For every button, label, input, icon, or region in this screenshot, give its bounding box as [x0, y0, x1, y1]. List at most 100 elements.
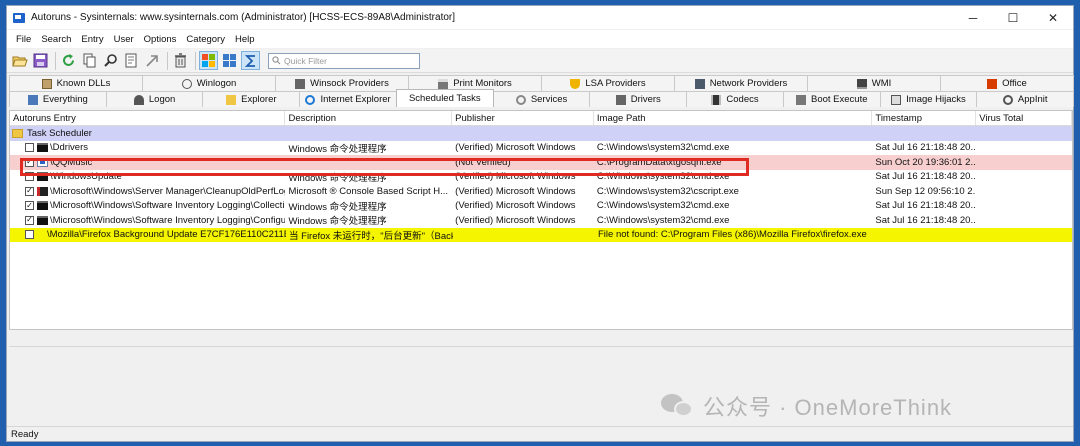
- windows-icon: [201, 53, 215, 67]
- enable-checkbox[interactable]: ✓: [25, 186, 34, 196]
- timestamp-cell: Sat Jul 16 21:18:48 20...: [875, 171, 977, 183]
- save-icon: [33, 53, 48, 68]
- entry-name: \Microsoft\Windows\Server Manager\Cleanu…: [50, 185, 286, 197]
- column-timestamp[interactable]: Timestamp: [872, 111, 977, 125]
- minimize-button[interactable]: ─: [953, 6, 993, 29]
- delete-button[interactable]: [171, 51, 190, 70]
- entry-cell: \Ddrivers: [10, 141, 285, 156]
- menu-help[interactable]: Help: [230, 34, 260, 45]
- find-icon: [104, 54, 117, 67]
- group-label: Task Scheduler: [27, 127, 92, 139]
- jump-button[interactable]: [143, 51, 162, 70]
- quick-filter-input[interactable]: [284, 55, 414, 66]
- tab-row-1: Known DLLs Winlogon Winsock Providers Pr…: [9, 75, 1074, 91]
- tab-wmi[interactable]: WMI: [807, 75, 941, 91]
- console-icon: [37, 215, 48, 225]
- menu-options[interactable]: Options: [139, 34, 182, 45]
- open-button[interactable]: [10, 51, 29, 70]
- microsoft-entries-button[interactable]: [220, 51, 239, 70]
- grid-icon: [222, 53, 236, 67]
- enable-checkbox[interactable]: [25, 143, 34, 153]
- tab-network-providers[interactable]: Network Providers: [674, 75, 808, 91]
- tab-lsa-providers[interactable]: LSA Providers: [541, 75, 675, 91]
- tab-services[interactable]: Services: [492, 91, 591, 107]
- everything-icon: [27, 94, 38, 105]
- tab-appinit[interactable]: AppInit: [976, 91, 1075, 107]
- tab-office[interactable]: Office: [940, 75, 1074, 91]
- copy-button[interactable]: [80, 51, 99, 70]
- description-cell: Windows 命令处理程序: [288, 216, 387, 228]
- maximize-button[interactable]: ☐: [993, 6, 1033, 29]
- column-image-path[interactable]: Image Path: [594, 111, 873, 125]
- entry-name: \Microsoft\Windows\Software Inventory Lo…: [50, 200, 286, 212]
- app-window-icon: [37, 157, 48, 167]
- enable-checkbox[interactable]: [25, 172, 34, 182]
- title-bar[interactable]: Autoruns - Sysinternals: www.sysinternal…: [7, 6, 1073, 29]
- autoruns-entries-grid: Autoruns Entry Description Publisher Ima…: [9, 110, 1073, 330]
- table-row[interactable]: \Mozilla\Firefox Background Update E7CF1…: [10, 227, 1072, 242]
- table-row[interactable]: \Ddrivers Windows 命令处理程序 (Verified) Micr…: [10, 141, 1072, 156]
- tab-known-dlls[interactable]: Known DLLs: [9, 75, 143, 91]
- menu-entry[interactable]: Entry: [76, 34, 108, 45]
- column-virus-total[interactable]: Virus Total: [976, 111, 1072, 125]
- tab-drivers[interactable]: Drivers: [589, 91, 688, 107]
- find-button[interactable]: [101, 51, 120, 70]
- menu-category[interactable]: Category: [181, 34, 230, 45]
- entry-cell: ✓ \Microsoft\Windows\Server Manager\Clea…: [10, 184, 285, 199]
- image-path-cell: File not found: C:\Program Files (x86)\M…: [598, 229, 867, 241]
- wmi-icon: [856, 78, 867, 89]
- tab-logon[interactable]: Logon: [105, 91, 204, 107]
- timestamp-cell: Sun Oct 20 19:36:01 2...: [875, 156, 977, 168]
- description-cell: [285, 155, 452, 170]
- tab-label: Print Monitors: [453, 78, 512, 89]
- image-path-cell: C:\ProgramData\xtgosqhl.exe: [596, 156, 722, 168]
- tab-codecs[interactable]: Codecs: [686, 91, 784, 107]
- enable-checkbox[interactable]: ✓: [25, 157, 34, 167]
- save-button[interactable]: [31, 51, 50, 70]
- group-row-task-scheduler[interactable]: Task Scheduler: [10, 126, 1072, 141]
- tab-winsock-providers[interactable]: Winsock Providers: [275, 75, 409, 91]
- image-path-cell: C:\Windows\system32\cmd.exe: [596, 142, 730, 154]
- explorer-icon: [226, 94, 237, 105]
- enable-checkbox[interactable]: ✓: [25, 201, 34, 211]
- tab-boot-execute[interactable]: Boot Execute: [782, 91, 881, 107]
- menu-bar: File Search Entry User Options Category …: [7, 30, 1073, 48]
- table-row[interactable]: ✓ \Microsoft\Windows\Server Manager\Clea…: [10, 184, 1072, 199]
- network-icon: [694, 78, 705, 89]
- tab-label: LSA Providers: [585, 78, 646, 89]
- menu-user[interactable]: User: [109, 34, 139, 45]
- tab-winlogon[interactable]: Winlogon: [142, 75, 276, 91]
- status-bar: Ready: [7, 426, 1073, 441]
- windows-entries-button[interactable]: [199, 51, 218, 70]
- table-row[interactable]: ✓ \Microsoft\Windows\Software Inventory …: [10, 199, 1072, 214]
- column-autoruns-entry[interactable]: Autoruns Entry: [10, 111, 286, 125]
- column-description[interactable]: Description: [285, 111, 453, 125]
- tab-explorer[interactable]: Explorer: [202, 91, 301, 107]
- timestamp-cell: Sat Jul 16 21:18:48 20...: [875, 200, 977, 212]
- properties-button[interactable]: [122, 51, 141, 70]
- enable-checkbox[interactable]: [25, 230, 34, 240]
- tab-scheduled-tasks[interactable]: Scheduled Tasks: [395, 89, 494, 107]
- status-text: Ready: [11, 428, 39, 440]
- enable-checkbox[interactable]: ✓: [25, 215, 34, 225]
- virustotal-button[interactable]: [241, 51, 260, 70]
- column-headers: Autoruns Entry Description Publisher Ima…: [10, 111, 1072, 126]
- table-row[interactable]: ✓ \QQMusic (Not Verified) C:\ProgramData…: [10, 155, 1072, 170]
- quick-filter-box[interactable]: [268, 52, 420, 69]
- tab-everything[interactable]: Everything: [9, 91, 107, 107]
- tab-image-hijacks[interactable]: Image Hijacks: [879, 91, 978, 107]
- publisher-cell: (Verified) Microsoft Windows: [455, 142, 576, 154]
- internet-explorer-icon: [305, 94, 316, 105]
- table-row[interactable]: ✓ \Microsoft\Windows\Software Inventory …: [10, 213, 1072, 228]
- menu-search[interactable]: Search: [36, 34, 76, 45]
- menu-file[interactable]: File: [11, 34, 36, 45]
- appinit-icon: [1002, 94, 1013, 105]
- refresh-button[interactable]: [59, 51, 78, 70]
- description-cell: Microsoft ® Console Based Script H...: [288, 185, 449, 197]
- tab-internet-explorer[interactable]: Internet Explorer: [299, 91, 397, 107]
- description-cell: Windows 命令处理程序: [288, 172, 387, 184]
- column-publisher[interactable]: Publisher: [452, 111, 594, 125]
- publisher-cell: (Verified) Microsoft Windows: [455, 200, 576, 212]
- close-button[interactable]: ✕: [1033, 6, 1073, 29]
- table-row[interactable]: \WindowsUpdate Windows 命令处理程序 (Verified)…: [10, 170, 1072, 185]
